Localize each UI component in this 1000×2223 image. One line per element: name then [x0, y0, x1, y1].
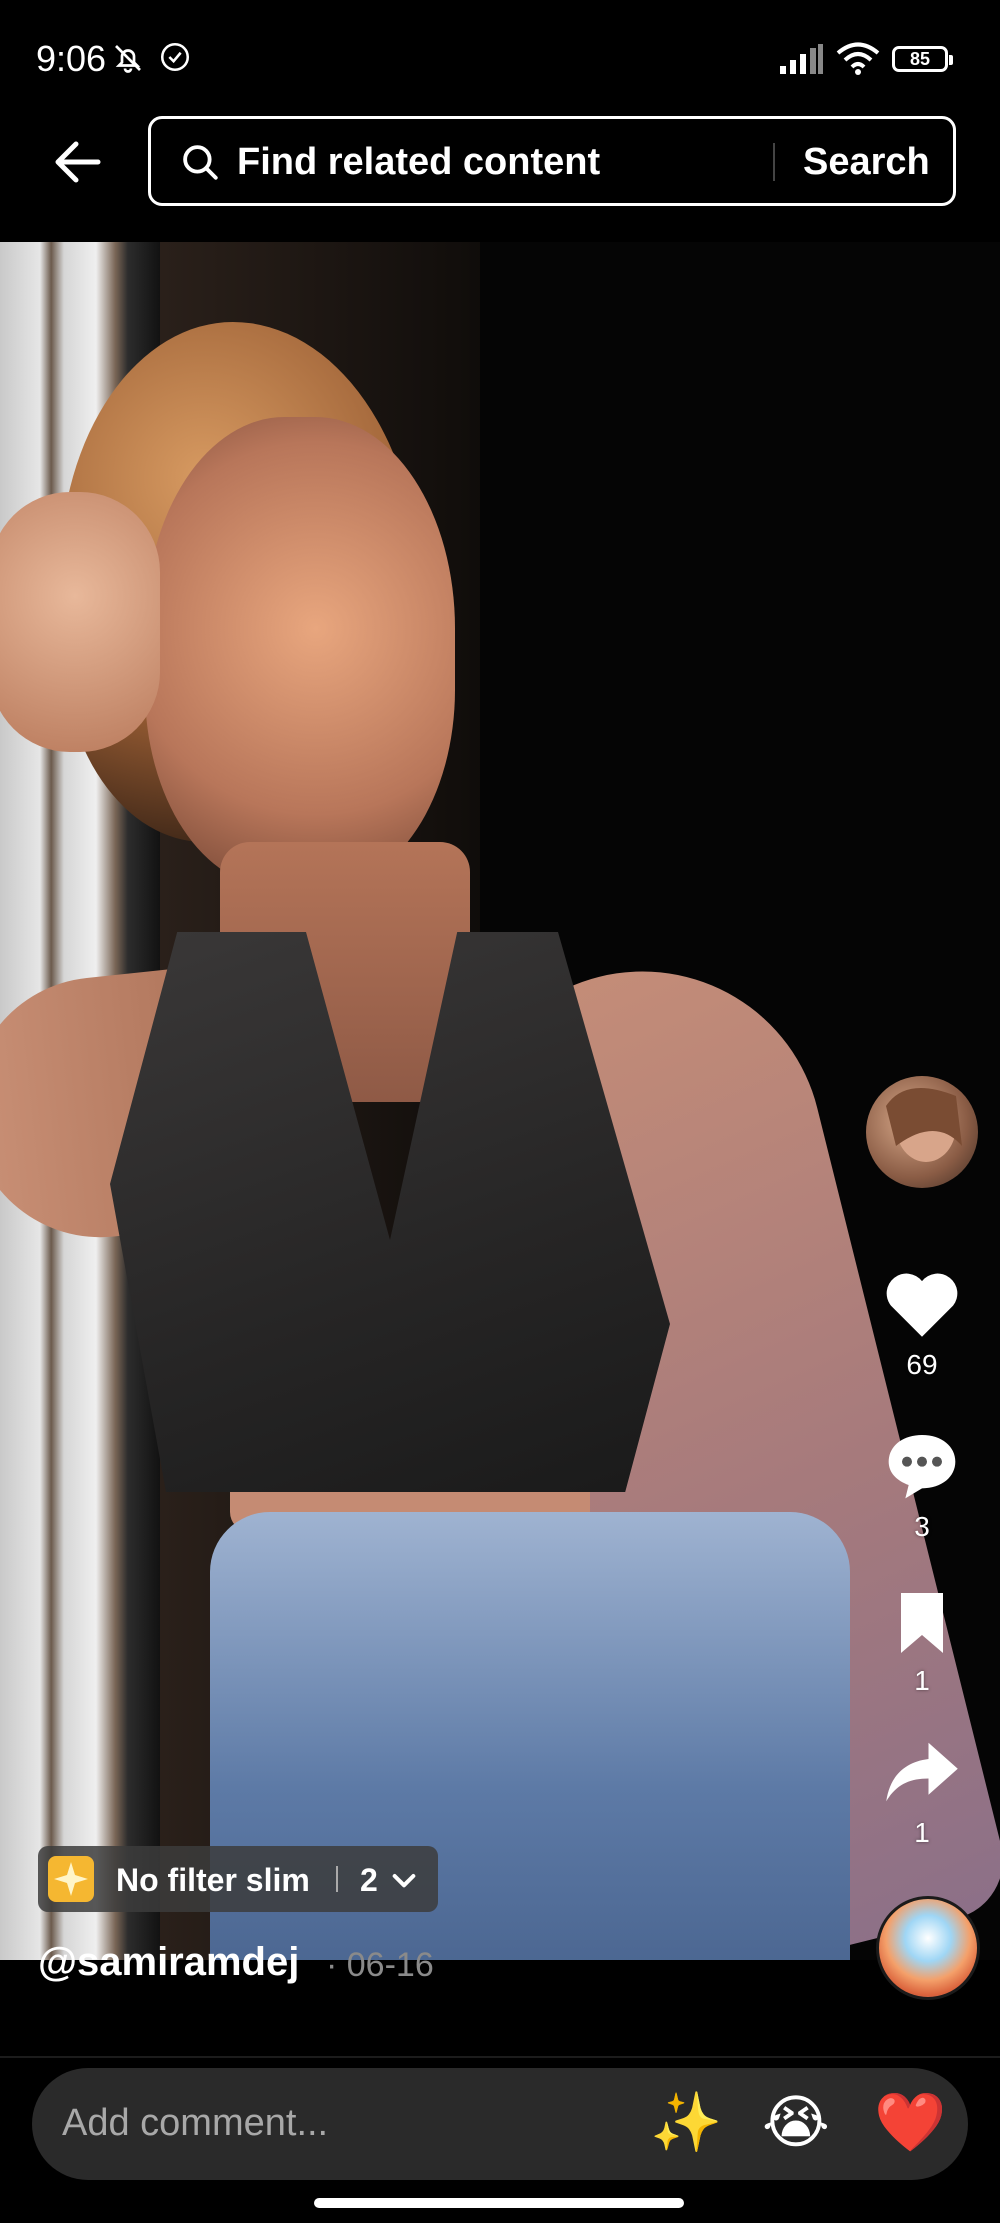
favorite-button[interactable]: 1: [872, 1590, 972, 1697]
heart-emoji-button[interactable]: ❤️: [874, 2090, 946, 2156]
status-bar: 9:06 85: [0, 0, 1000, 120]
comment-placeholder: Add comment...: [62, 2102, 329, 2144]
chevron-down-icon: [392, 1874, 416, 1888]
home-indicator[interactable]: [314, 2198, 684, 2208]
check-circle-icon: [160, 42, 190, 72]
comment-button[interactable]: 3: [872, 1428, 972, 1543]
search-input[interactable]: Find related content Search: [148, 116, 956, 206]
effect-sparkle-icon: [48, 1856, 94, 1902]
video-player[interactable]: [0, 242, 1000, 1960]
like-button[interactable]: 69: [872, 1268, 972, 1381]
divider: [0, 2056, 1000, 2058]
comment-count: 3: [914, 1511, 930, 1542]
back-arrow-icon[interactable]: [48, 132, 108, 192]
avatar-image: [886, 1088, 962, 1162]
search-divider: [773, 143, 775, 181]
heart-icon: [886, 1273, 958, 1337]
favorite-count: 1: [914, 1665, 930, 1696]
search-button[interactable]: Search: [803, 141, 930, 184]
like-count: 69: [906, 1349, 938, 1380]
share-button[interactable]: 1: [872, 1736, 972, 1849]
effect-divider: [336, 1866, 338, 1892]
sparkles-emoji-button[interactable]: ✨: [650, 2090, 722, 2156]
search-placeholder: Find related content: [237, 141, 601, 183]
effect-chip[interactable]: No filter slim 2: [38, 1846, 438, 1912]
crying-emoji-button[interactable]: 😭: [762, 2090, 830, 2156]
music-disc[interactable]: [876, 1896, 980, 2000]
status-time: 9:06: [36, 38, 107, 79]
effect-count: 2: [360, 1862, 378, 1898]
share-count: 1: [914, 1817, 930, 1848]
comment-input[interactable]: Add comment... ✨ 😭 ❤️: [32, 2068, 968, 2180]
effect-label: No filter slim: [116, 1862, 310, 1898]
battery-level: 85: [909, 48, 931, 69]
comment-icon: [888, 1435, 956, 1499]
battery-icon: 85: [892, 46, 953, 72]
username-link[interactable]: @samiramdej: [38, 1940, 299, 1985]
video-face: [145, 417, 455, 887]
video-hand: [0, 492, 160, 752]
signal-icon: [780, 44, 823, 74]
bookmark-icon: [901, 1593, 943, 1653]
creator-avatar[interactable]: [866, 1076, 978, 1188]
post-date: · 06-16: [326, 1946, 434, 1984]
search-icon: [183, 145, 218, 180]
share-arrow-icon: [886, 1742, 958, 1802]
mute-bell-icon: [115, 45, 141, 73]
wifi-icon: [836, 42, 880, 75]
